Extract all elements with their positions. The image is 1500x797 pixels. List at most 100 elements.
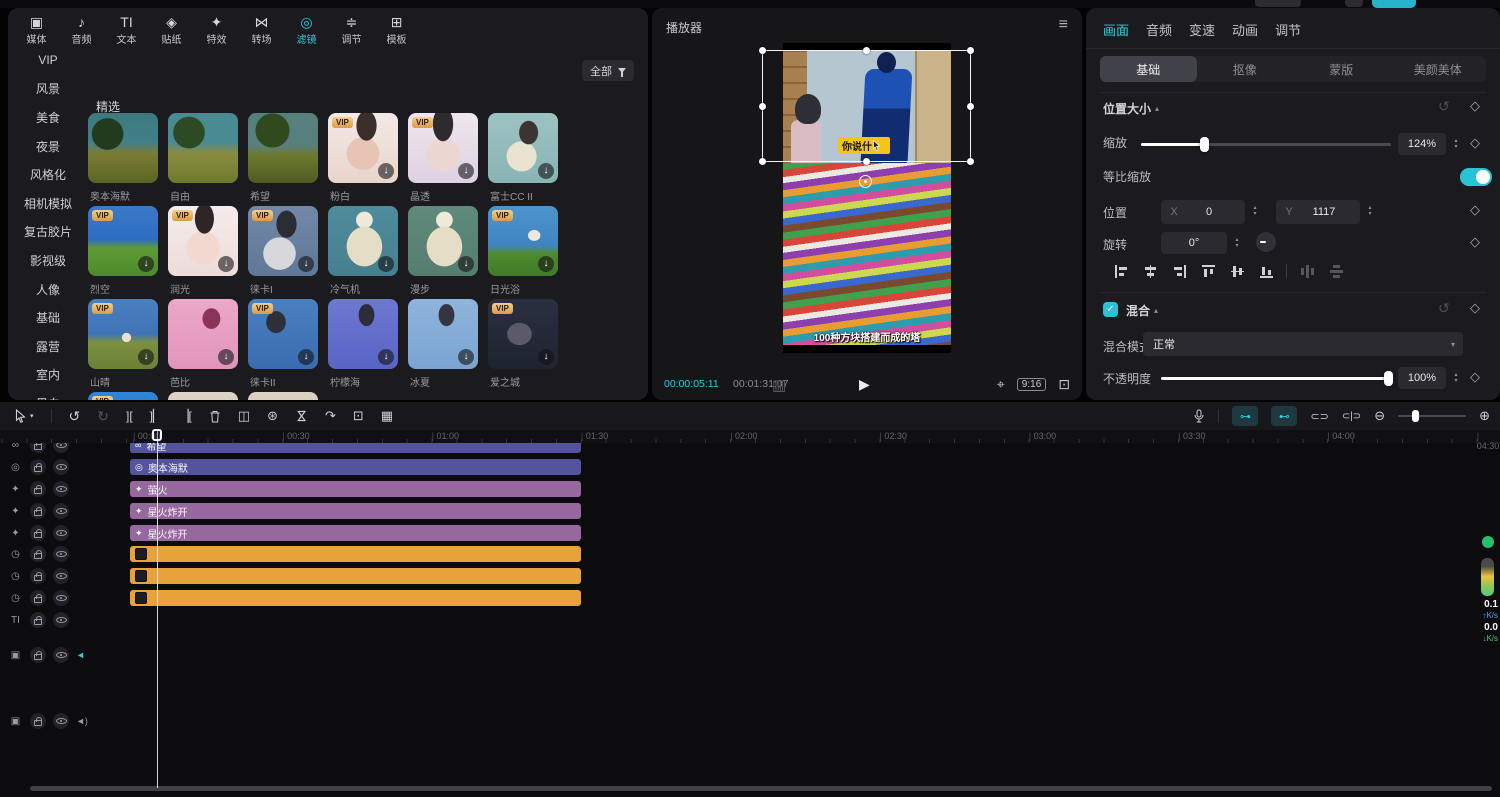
- blend-checkbox[interactable]: ✓: [1103, 302, 1118, 317]
- blend-section-header[interactable]: 混合 ▴: [1126, 302, 1158, 319]
- filter-thumbnail[interactable]: [248, 113, 318, 183]
- sidebar-item-7[interactable]: 影视级: [8, 246, 88, 275]
- selection-handle[interactable]: [759, 103, 766, 110]
- props-tab-audio[interactable]: 音频: [1146, 20, 1172, 39]
- filter-card[interactable]: VIP↓日光浴: [486, 206, 566, 299]
- filter-all-dropdown[interactable]: 全部: [582, 60, 634, 81]
- sidebar-item-4[interactable]: 风格化: [8, 160, 88, 189]
- selection-handle[interactable]: [967, 47, 974, 54]
- lock-button[interactable]: [30, 503, 46, 519]
- subtab-basic[interactable]: 基础: [1100, 56, 1197, 82]
- position-y-stepper[interactable]: ▴▾: [1364, 200, 1376, 222]
- tab-media[interactable]: ▣媒体: [14, 13, 59, 48]
- rotate-value[interactable]: 0°: [1161, 232, 1227, 254]
- split-button[interactable]: ][: [126, 409, 133, 423]
- crop-button[interactable]: ⊡: [353, 408, 364, 424]
- filter-thumbnail[interactable]: ↓: [488, 113, 558, 183]
- background-fill-button[interactable]: ▦: [381, 408, 393, 424]
- visibility-button[interactable]: [53, 481, 69, 497]
- position-size-section-header[interactable]: 位置大小 ▴: [1103, 100, 1159, 117]
- lock-button[interactable]: [30, 525, 46, 541]
- filter-card[interactable]: VIP↓晶透: [406, 113, 486, 206]
- uniform-scale-toggle[interactable]: [1460, 168, 1492, 186]
- track-clip[interactable]: ✦星火炸开: [130, 503, 581, 519]
- filter-thumbnail[interactable]: [168, 392, 238, 400]
- filter-card[interactable]: ↓椰林: [246, 392, 326, 400]
- filter-thumbnail[interactable]: ↓: [408, 206, 478, 276]
- download-icon[interactable]: ↓: [218, 256, 234, 272]
- align-left-button[interactable]: [1112, 262, 1130, 280]
- horizontal-scrollbar[interactable]: [30, 786, 1492, 791]
- speaker-icon[interactable]: ◄): [76, 716, 88, 726]
- sidebar-item-12[interactable]: 黑白: [8, 389, 88, 400]
- titlebar-button[interactable]: [1345, 0, 1363, 7]
- focus-frame-icon[interactable]: ⌖: [997, 376, 1005, 393]
- visibility-button[interactable]: [53, 546, 69, 562]
- sidebar-item-6[interactable]: 复古胶片: [8, 218, 88, 247]
- position-x-field[interactable]: X 0: [1161, 200, 1245, 224]
- auto-snap-toggle[interactable]: ⊶: [1232, 406, 1258, 426]
- filter-thumbnail[interactable]: VIP↓: [168, 206, 238, 276]
- scale-slider-handle[interactable]: [1200, 137, 1209, 152]
- rotate-clip-button[interactable]: ↷: [325, 408, 336, 424]
- filter-thumbnail[interactable]: VIP↓: [248, 206, 318, 276]
- zoom-slider-handle[interactable]: [1412, 410, 1419, 422]
- speaker-icon[interactable]: ◄: [76, 650, 85, 660]
- select-tool-button[interactable]: ▾: [14, 409, 34, 423]
- props-tab-adjust[interactable]: 调节: [1275, 20, 1301, 39]
- subtitle-chip[interactable]: 你说什: [838, 137, 890, 154]
- filter-card[interactable]: VIP↓粉白: [326, 113, 406, 206]
- sidebar-item-10[interactable]: 露营: [8, 332, 88, 361]
- visibility-button[interactable]: [53, 503, 69, 519]
- record-voiceover-button[interactable]: [1193, 409, 1205, 423]
- align-right-button[interactable]: [1170, 262, 1188, 280]
- opacity-value[interactable]: 100%: [1398, 367, 1446, 389]
- filter-thumbnail[interactable]: VIP↓: [88, 299, 158, 369]
- step-down-icon[interactable]: ▾: [1454, 378, 1457, 384]
- filter-thumbnail[interactable]: VIP↓: [88, 392, 158, 400]
- lock-button[interactable]: [30, 647, 46, 663]
- step-down-icon[interactable]: ▾: [1253, 211, 1256, 217]
- filter-card[interactable]: VIP↓徕卡II: [246, 299, 326, 392]
- keyframe-icon[interactable]: ◇: [1470, 135, 1480, 151]
- sidebar-item-11[interactable]: 室内: [8, 361, 88, 390]
- align-top-button[interactable]: [1199, 262, 1217, 280]
- position-y-field[interactable]: Y 1117: [1276, 200, 1360, 224]
- filter-card[interactable]: ↓芭比: [166, 299, 246, 392]
- lock-button[interactable]: [30, 612, 46, 628]
- filter-card[interactable]: ↓冰夏: [406, 299, 486, 392]
- titlebar-button[interactable]: [1255, 0, 1301, 7]
- step-down-icon[interactable]: ▾: [1235, 243, 1238, 249]
- download-icon[interactable]: ↓: [458, 349, 474, 365]
- delete-button[interactable]: [209, 410, 221, 423]
- tab-text[interactable]: TI文本: [104, 13, 149, 48]
- playhead-line[interactable]: [157, 429, 158, 788]
- filter-thumbnail[interactable]: VIP↓: [488, 206, 558, 276]
- lock-button[interactable]: [30, 546, 46, 562]
- scale-slider[interactable]: [1141, 143, 1391, 146]
- scale-stepper[interactable]: ▴▾: [1450, 133, 1462, 155]
- player-menu-icon[interactable]: ≡: [1059, 16, 1068, 34]
- align-center-h-button[interactable]: [1141, 262, 1159, 280]
- sidebar-item-0[interactable]: VIP: [8, 46, 88, 75]
- visibility-button[interactable]: [53, 713, 69, 729]
- sidebar-item-1[interactable]: 风景: [8, 75, 88, 104]
- step-down-icon[interactable]: ▾: [1454, 144, 1457, 150]
- sidebar-item-8[interactable]: 人像: [8, 275, 88, 304]
- tab-effects[interactable]: ✦特效: [194, 13, 239, 48]
- filter-card[interactable]: 自由: [166, 113, 246, 206]
- visibility-button[interactable]: [53, 525, 69, 541]
- selection-handle[interactable]: [863, 158, 870, 165]
- download-icon[interactable]: ↓: [378, 256, 394, 272]
- download-icon[interactable]: ↓: [458, 256, 474, 272]
- filter-thumbnail[interactable]: VIP↓: [328, 113, 398, 183]
- download-icon[interactable]: ↓: [298, 256, 314, 272]
- timeline-ruler[interactable]: 00:0000:3001:0001:3002:0002:3003:0003:30…: [0, 430, 1500, 443]
- rotate-dial[interactable]: [1256, 232, 1276, 252]
- opacity-stepper[interactable]: ▴▾: [1450, 367, 1462, 389]
- filter-thumbnail[interactable]: VIP↓: [248, 299, 318, 369]
- align-center-v-button[interactable]: [1228, 262, 1246, 280]
- download-icon[interactable]: ↓: [538, 349, 554, 365]
- position-x-stepper[interactable]: ▴▾: [1249, 200, 1261, 222]
- step-down-icon[interactable]: ▾: [1368, 211, 1371, 217]
